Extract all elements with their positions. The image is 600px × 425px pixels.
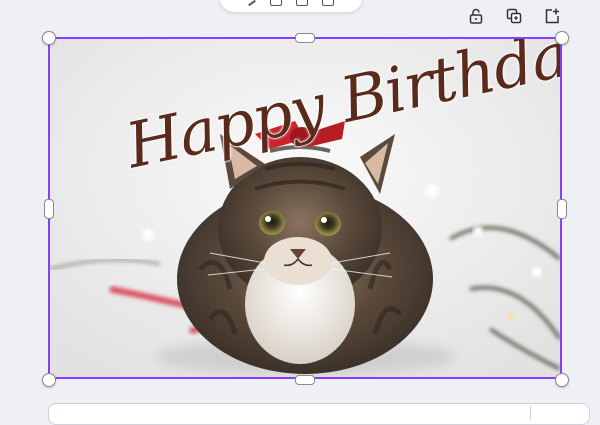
design-canvas[interactable]: Happy Birthday bbox=[48, 37, 562, 379]
add-page-button[interactable] bbox=[542, 6, 562, 26]
resize-handle-top[interactable] bbox=[295, 33, 315, 43]
floating-toolbar bbox=[220, 0, 362, 12]
resize-handle-right[interactable] bbox=[557, 199, 567, 219]
edit-icon[interactable] bbox=[248, 0, 256, 7]
resize-handle-left[interactable] bbox=[44, 199, 54, 219]
add-page-icon bbox=[545, 8, 559, 24]
page-actions bbox=[466, 6, 562, 26]
toolbar-icon-3[interactable] bbox=[322, 0, 334, 6]
resize-handle-top-left[interactable] bbox=[42, 31, 56, 45]
bottom-bar[interactable] bbox=[48, 403, 590, 425]
resize-handle-bottom[interactable] bbox=[295, 375, 315, 385]
toolbar-icon-1[interactable] bbox=[270, 0, 282, 6]
unlock-button[interactable] bbox=[466, 6, 486, 26]
divider bbox=[530, 406, 531, 420]
resize-handle-top-right[interactable] bbox=[555, 31, 569, 45]
resize-handle-bottom-left[interactable] bbox=[42, 373, 56, 387]
duplicate-button[interactable] bbox=[504, 6, 524, 26]
duplicate-icon bbox=[506, 8, 522, 24]
toolbar-icon-2[interactable] bbox=[296, 0, 308, 6]
resize-handle-bottom-right[interactable] bbox=[555, 373, 569, 387]
unlock-icon bbox=[469, 8, 483, 24]
